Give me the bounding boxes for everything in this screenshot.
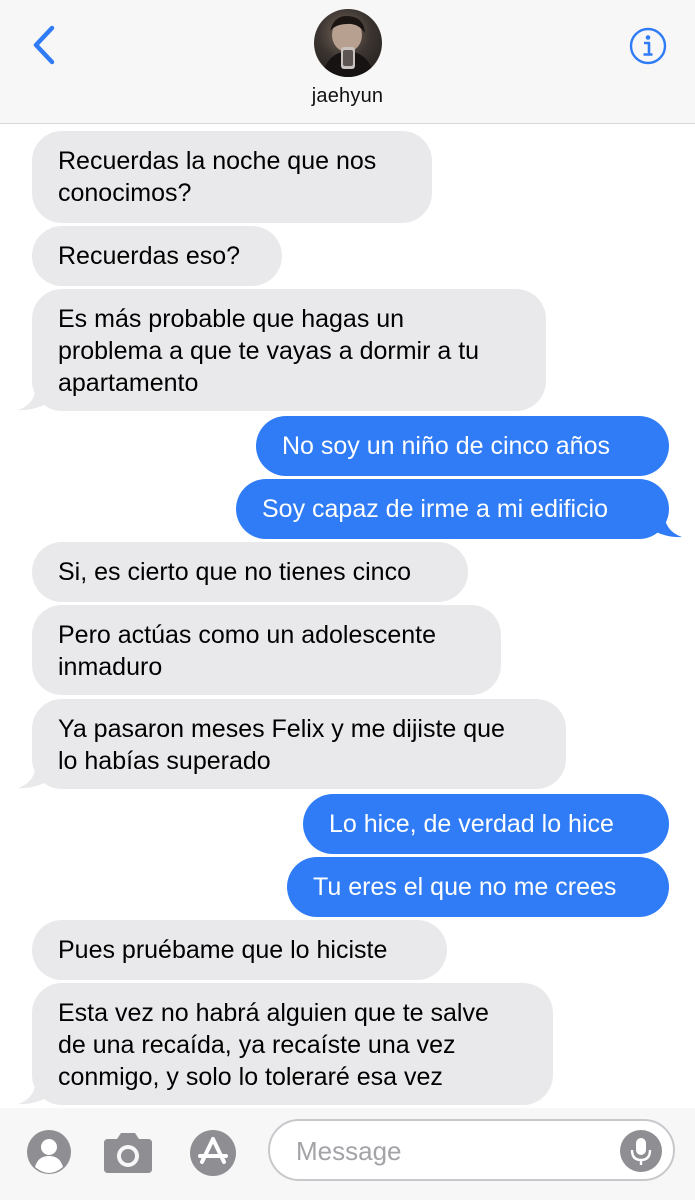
- back-button[interactable]: [26, 22, 66, 68]
- message-bubble-incoming[interactable]: Recuerdas eso?: [32, 226, 282, 286]
- bubble-tail-outgoing: [650, 511, 682, 538]
- bubble-tail-incoming: [18, 384, 50, 411]
- microphone-button[interactable]: [619, 1129, 663, 1173]
- info-button[interactable]: [628, 26, 668, 66]
- message-bubble-outgoing[interactable]: Soy capaz de irme a mi edificio: [236, 479, 669, 539]
- contact-button[interactable]: [26, 1129, 72, 1180]
- message-bubble-incoming[interactable]: Si, es cierto que no tienes cinco: [32, 542, 468, 602]
- camera-icon: [104, 1133, 152, 1173]
- app-store-icon: [190, 1130, 236, 1176]
- conversation-header: jaehyun: [0, 0, 695, 124]
- microphone-icon: [620, 1130, 662, 1172]
- message-placeholder: Message: [296, 1136, 402, 1166]
- bubble-tail-incoming: [18, 1078, 50, 1105]
- message-bubble-outgoing[interactable]: Lo hice, de verdad lo hice: [303, 794, 669, 854]
- message-bubble-incoming[interactable]: Es más probable que hagas un problema a …: [32, 289, 546, 411]
- message-bubble-outgoing[interactable]: Tu eres el que no me crees: [287, 857, 669, 917]
- message-bubble-incoming[interactable]: Ya pasaron meses Felix y me dijiste que …: [32, 699, 566, 789]
- contact-icon: [27, 1130, 71, 1174]
- contact-name[interactable]: jaehyun: [0, 85, 695, 108]
- message-bubble-incoming[interactable]: Pues pruébame que lo hiciste: [32, 920, 447, 980]
- avatar[interactable]: [314, 9, 382, 77]
- bubble-tail-incoming: [18, 762, 50, 789]
- message-input[interactable]: Message: [268, 1119, 675, 1181]
- message-bubble-incoming[interactable]: Pero actúas como un adolescente inmaduro: [32, 605, 501, 695]
- camera-button[interactable]: [100, 1131, 156, 1180]
- message-bubble-incoming[interactable]: Esta vez no habrá alguien que te salve d…: [32, 983, 553, 1105]
- app-store-button[interactable]: [188, 1129, 238, 1182]
- message-bubble-outgoing[interactable]: No soy un niño de cinco años: [256, 416, 669, 476]
- chevron-left-icon: [33, 25, 55, 65]
- message-bubble-incoming[interactable]: Recuerdas la noche que nos conocimos?: [32, 131, 432, 223]
- info-icon: [629, 27, 667, 65]
